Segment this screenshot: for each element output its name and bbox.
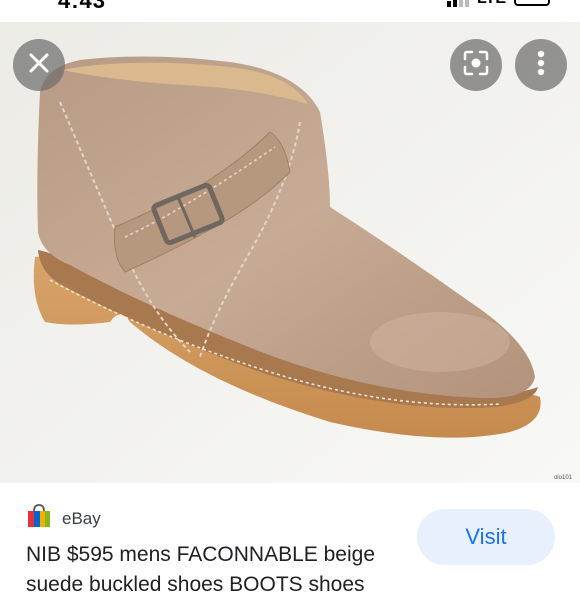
signal-icon <box>446 0 469 7</box>
result-title[interactable]: NIB $595 mens FACONNABLE beige <box>26 543 375 567</box>
status-time: 4:43 <box>58 0 107 13</box>
lens-icon <box>462 49 490 82</box>
result-panel: eBay Visit NIB $595 mens FACONNABLE beig… <box>0 483 580 596</box>
close-button[interactable] <box>13 39 65 91</box>
network-label: LTE <box>477 0 506 8</box>
lens-button[interactable] <box>450 39 502 91</box>
close-icon <box>27 51 51 80</box>
result-title-continued[interactable]: suede buckled shoes BOOTS shoes <box>26 573 365 597</box>
source-row[interactable]: eBay <box>26 503 101 534</box>
more-vertical-icon <box>537 50 545 81</box>
product-image[interactable]: olo101 <box>0 22 580 483</box>
shopping-bag-icon <box>26 503 52 534</box>
visit-button[interactable]: Visit <box>417 509 555 565</box>
boot-illustration <box>0 22 580 483</box>
source-name: eBay <box>62 508 101 528</box>
watermark-text: olo101 <box>553 475 572 481</box>
more-options-button[interactable] <box>515 39 567 91</box>
status-indicators: LTE <box>446 0 550 8</box>
battery-icon <box>514 0 550 6</box>
status-bar: 4:43 LTE <box>0 0 580 22</box>
